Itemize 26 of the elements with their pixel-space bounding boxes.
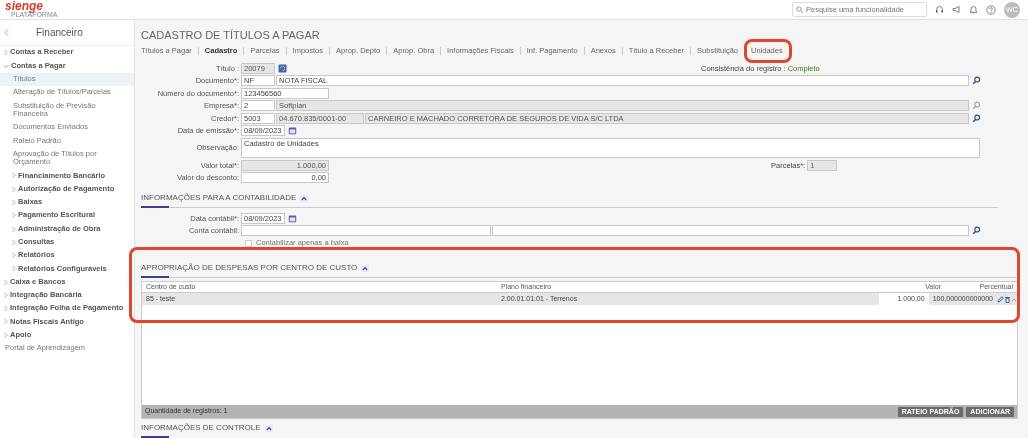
edit-icon[interactable] — [997, 295, 1004, 303]
collapse-icon[interactable] — [264, 424, 273, 432]
trash-icon[interactable] — [1004, 295, 1011, 303]
input-field[interactable] — [241, 225, 491, 237]
collapse-icon[interactable] — [361, 264, 370, 272]
section-heading: INFORMAÇÕES PARA A CONTABILIDADE — [141, 192, 297, 204]
page-title: CADASTRO DE TÍTULOS A PAGAR — [141, 28, 321, 42]
headset-icon[interactable] — [935, 5, 944, 14]
chevron-right-icon — [3, 49, 8, 57]
search-icon — [796, 6, 803, 13]
sidebar-title: Financeiro — [36, 26, 83, 40]
megaphone-icon[interactable] — [952, 5, 961, 14]
collapse-icon[interactable] — [300, 194, 309, 202]
calendar-icon[interactable] — [288, 126, 297, 136]
bell-icon[interactable] — [969, 5, 978, 14]
input-field[interactable] — [492, 225, 969, 237]
search-icon[interactable] — [972, 113, 981, 123]
section-heading: INFORMAÇÕES DE CONTROLE — [141, 422, 261, 434]
logo: sienge — [5, 1, 43, 11]
refresh-icon[interactable] — [278, 63, 287, 73]
help-icon[interactable] — [986, 4, 996, 15]
section-heading: APROPRIAÇÃO DE DESPESAS POR CENTRO DE CUSTO — [141, 262, 358, 274]
search-icon[interactable] — [972, 76, 981, 86]
search-icon[interactable] — [972, 226, 981, 236]
chevron-down-icon — [3, 62, 9, 69]
calendar-icon[interactable] — [288, 213, 297, 223]
